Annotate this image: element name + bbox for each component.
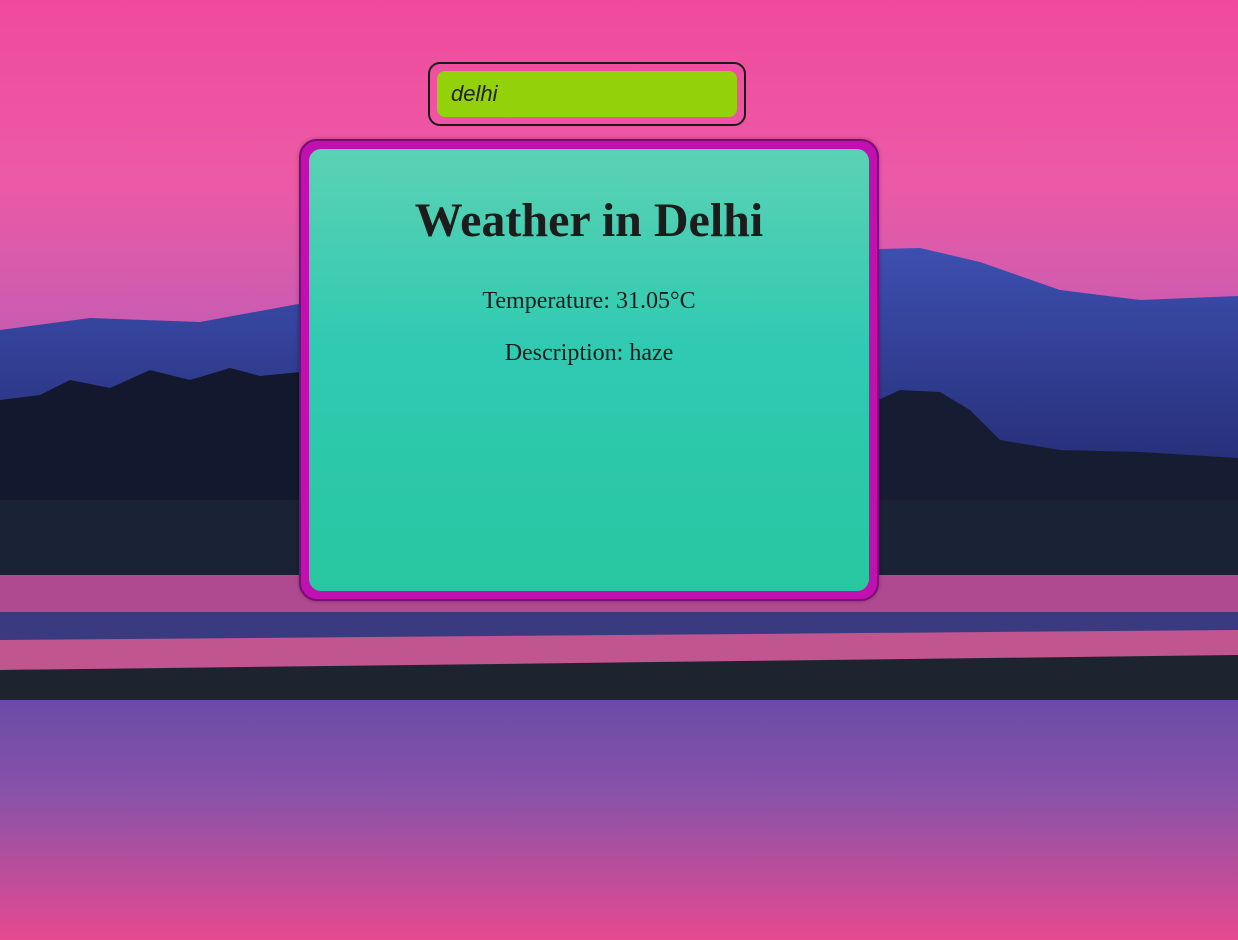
weather-card: Weather in Delhi Temperature: 31.05°C De… xyxy=(299,139,879,601)
temperature-text: Temperature: 31.05°C xyxy=(482,288,696,314)
weather-card-inner: Weather in Delhi Temperature: 31.05°C De… xyxy=(309,149,869,591)
description-text: Description: haze xyxy=(504,340,674,366)
city-search-input[interactable] xyxy=(437,71,737,117)
search-box xyxy=(428,62,746,126)
weather-title: Weather in Delhi xyxy=(414,194,764,247)
